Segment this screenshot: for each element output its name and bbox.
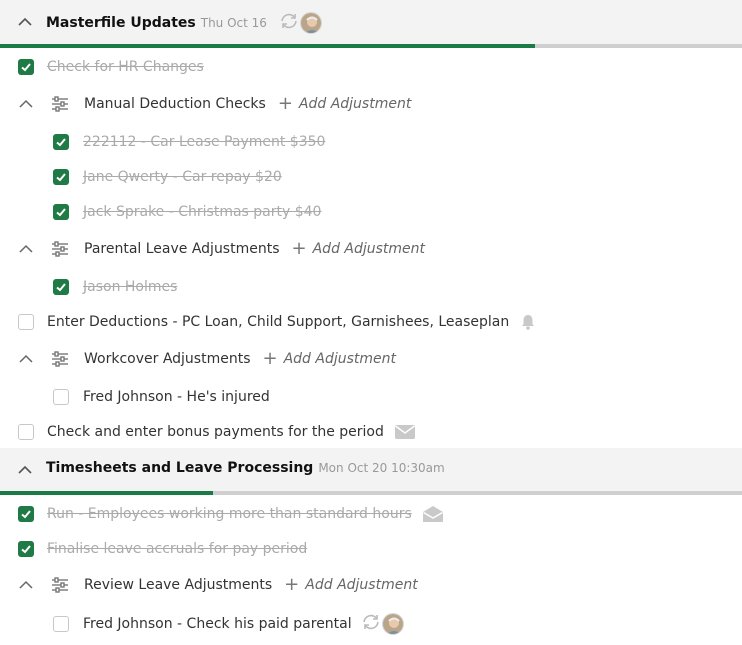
checkbox-checked[interactable] [53, 169, 69, 185]
task-label: 222112 - Car Lease Payment $350 [83, 134, 326, 150]
progress-bar [0, 44, 742, 48]
checkbox-checked[interactable] [53, 204, 69, 220]
chevron-up-icon[interactable] [17, 577, 35, 593]
checkbox-checked[interactable] [18, 506, 34, 522]
progress-fill [0, 44, 535, 48]
add-adjustment-button[interactable]: + Add Adjustment [284, 574, 418, 595]
sliders-icon[interactable] [50, 351, 70, 367]
task-row[interactable]: Run - Employees working more than standa… [0, 499, 742, 529]
checkbox-unchecked[interactable] [18, 424, 34, 440]
sliders-icon[interactable] [50, 96, 70, 112]
group-row[interactable]: Parental Leave Adjustments + Add Adjustm… [0, 234, 742, 264]
checkbox-checked[interactable] [18, 59, 34, 75]
group-label: Review Leave Adjustments [84, 577, 273, 593]
task-row[interactable]: Check and enter bonus payments for the p… [0, 417, 742, 447]
group-label: Parental Leave Adjustments [84, 241, 280, 257]
envelope-icon[interactable] [394, 424, 416, 440]
add-adjustment-label: Add Adjustment [312, 241, 426, 257]
checkbox-checked[interactable] [18, 541, 34, 557]
subtask-row[interactable]: 222112 - Car Lease Payment $350 [0, 127, 742, 157]
task-label: Fred Johnson - Check his paid parental [83, 616, 352, 632]
section-date: Mon Oct 20 10:30am [318, 461, 445, 475]
section-title-text: Timesheets and Leave Processing [46, 460, 314, 476]
subtask-row[interactable]: Fred Johnson - Check his paid parental [0, 609, 742, 639]
section-title: Masterfile Updates Thu Oct 16 [46, 12, 322, 34]
subtask-row[interactable]: Jane Qwerty - Car repay $20 [0, 162, 742, 192]
checkbox-unchecked[interactable] [53, 616, 69, 632]
group-row[interactable]: Manual Deduction Checks + Add Adjustment [0, 89, 742, 119]
progress-bar [0, 491, 742, 495]
sync-icon[interactable] [360, 613, 382, 635]
chevron-up-icon[interactable] [17, 14, 33, 34]
task-label: Check for HR Changes [47, 59, 204, 75]
task-label: Finalise leave accruals for pay period [47, 541, 308, 557]
checkbox-checked[interactable] [53, 134, 69, 150]
task-row[interactable]: Check for HR Changes [0, 52, 742, 82]
checkbox-unchecked[interactable] [18, 314, 34, 330]
chevron-up-icon[interactable] [17, 241, 35, 257]
section-title: Timesheets and Leave Processing Mon Oct 2… [46, 460, 445, 476]
task-row[interactable]: Finalise leave accruals for pay period [0, 534, 742, 564]
avatar[interactable] [299, 12, 322, 34]
add-adjustment-button[interactable]: + Add Adjustment [291, 238, 426, 259]
section-title-text: Masterfile Updates [46, 15, 196, 31]
avatar[interactable] [381, 613, 404, 635]
group-label: Manual Deduction Checks [84, 96, 266, 112]
subtask-row[interactable]: Jason Holmes [0, 272, 742, 302]
envelope-open-icon[interactable] [422, 505, 444, 523]
subtask-row[interactable]: Jack Sprake - Christmas party $40 [0, 197, 742, 227]
group-label: Workcover Adjustments [84, 351, 251, 367]
bell-icon[interactable] [519, 313, 537, 331]
section-header-timesheets[interactable]: Timesheets and Leave Processing Mon Oct 2… [0, 448, 742, 492]
plus-icon: + [284, 574, 300, 595]
subtask-row[interactable]: Fred Johnson - He's injured [0, 382, 742, 412]
task-label: Jason Holmes [83, 279, 178, 295]
plus-icon: + [277, 93, 293, 114]
plus-icon: + [291, 238, 307, 259]
task-row[interactable]: Enter Deductions - PC Loan, Child Suppor… [0, 307, 742, 337]
checkbox-unchecked[interactable] [53, 389, 69, 405]
chevron-up-icon[interactable] [17, 96, 35, 112]
section-header-masterfile-updates[interactable]: Masterfile Updates Thu Oct 16 [0, 0, 742, 44]
task-label: Jane Qwerty - Car repay $20 [83, 169, 282, 185]
progress-fill [0, 491, 213, 495]
section-date: Thu Oct 16 [200, 16, 267, 30]
add-adjustment-label: Add Adjustment [298, 96, 412, 112]
sliders-icon[interactable] [50, 577, 70, 593]
plus-icon: + [262, 348, 278, 369]
checkbox-checked[interactable] [53, 279, 69, 295]
chevron-up-icon[interactable] [17, 351, 35, 367]
group-row[interactable]: Workcover Adjustments + Add Adjustment [0, 344, 742, 374]
task-label: Run - Employees working more than standa… [47, 506, 412, 522]
task-label: Jack Sprake - Christmas party $40 [83, 204, 322, 220]
add-adjustment-button[interactable]: + Add Adjustment [262, 348, 397, 369]
sync-icon[interactable] [278, 12, 300, 34]
add-adjustment-label: Add Adjustment [283, 351, 397, 367]
task-label: Check and enter bonus payments for the p… [47, 424, 384, 440]
task-label: Fred Johnson - He's injured [83, 389, 270, 405]
group-row[interactable]: Review Leave Adjustments + Add Adjustmen… [0, 570, 742, 600]
task-label: Enter Deductions - PC Loan, Child Suppor… [47, 314, 510, 330]
sliders-icon[interactable] [50, 241, 70, 257]
add-adjustment-label: Add Adjustment [305, 577, 418, 593]
chevron-up-icon[interactable] [17, 462, 33, 482]
add-adjustment-button[interactable]: + Add Adjustment [277, 93, 412, 114]
